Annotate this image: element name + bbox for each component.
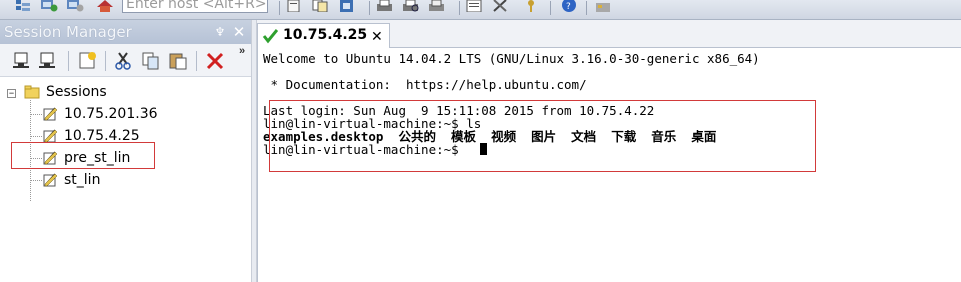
tree-connector [31,114,42,115]
toolbar-separator [279,1,280,15]
tab-strip: 10.75.4.25 ✕ [257,20,961,48]
toolbar-separator [196,51,197,71]
keymap-icon[interactable] [522,0,540,12]
disconnect-icon[interactable] [66,0,84,12]
print-setup-icon[interactable] [428,0,446,12]
tree-connector [31,180,42,181]
output-highlight-box [269,100,816,172]
new-session-icon[interactable] [286,0,304,12]
home-icon[interactable] [96,0,114,12]
help-icon[interactable]: ? [560,0,578,12]
print-preview-icon[interactable] [402,0,420,12]
toolbar-separator [586,1,587,15]
main-toolbar: Enter host <Alt+R> ? [0,0,961,20]
toolbar-separator [369,1,370,15]
connect-in-tab-icon[interactable] [38,51,58,71]
session-icon [42,172,58,188]
reconnect-icon[interactable] [40,0,58,12]
terminal-output[interactable]: Welcome to Ubuntu 14.04.2 LTS (GNU/Linux… [257,48,961,282]
copy-icon[interactable] [141,51,161,71]
toolbar-separator [105,51,106,71]
panel-header: Session Manager ♆ ✕ [0,20,251,44]
lock-icon[interactable] [594,0,612,12]
tab-session[interactable]: 10.75.4.25 ✕ [257,23,390,48]
tree-connector [31,136,42,137]
cut-icon[interactable] [114,51,134,71]
new-session-icon[interactable] [78,51,98,71]
paste-icon[interactable] [168,51,188,71]
session-tree: − Sessions 10.75.201.36 10.75.4.25 pre_s… [0,78,251,282]
tree-root-label: Sessions [46,84,107,100]
connect-icon[interactable] [12,51,32,71]
properties-icon[interactable] [466,0,484,12]
pin-icon[interactable]: ♆ [213,20,227,44]
tab-close-icon[interactable]: ✕ [371,24,383,48]
print-icon[interactable] [376,0,394,12]
panel-title: Session Manager [4,23,132,41]
collapse-toggle[interactable]: − [7,89,16,98]
session-manager-panel: Session Manager ♆ ✕ » − Sessions 10.75.2… [0,20,252,282]
terminal-line: * Documentation: https://help.ubuntu.com… [263,77,587,92]
overflow-chevron-icon[interactable]: » [239,45,245,57]
host-input[interactable]: Enter host <Alt+R> [122,0,268,13]
terminal-line: Welcome to Ubuntu 14.04.2 LTS (GNU/Linux… [263,51,760,66]
connected-check-icon [262,28,279,44]
copy-icon[interactable] [312,0,330,12]
session-label: 10.75.201.36 [64,106,158,122]
tools-icon[interactable] [492,0,510,12]
delete-icon[interactable] [205,51,225,71]
toolbar-separator [459,1,460,15]
toolbar-separator [550,1,551,15]
folder-icon [24,84,40,100]
panel-toolbar: » [0,44,251,77]
close-icon[interactable]: ✕ [232,20,246,44]
tab-label: 10.75.4.25 [283,27,368,43]
session-tree-icon[interactable] [14,0,32,12]
session-icon [42,106,58,122]
session-label: st_lin [64,172,101,188]
paste-icon[interactable] [338,0,356,12]
svg-text:?: ? [566,2,571,12]
selection-highlight-box [11,142,155,169]
toolbar-separator [68,51,69,71]
